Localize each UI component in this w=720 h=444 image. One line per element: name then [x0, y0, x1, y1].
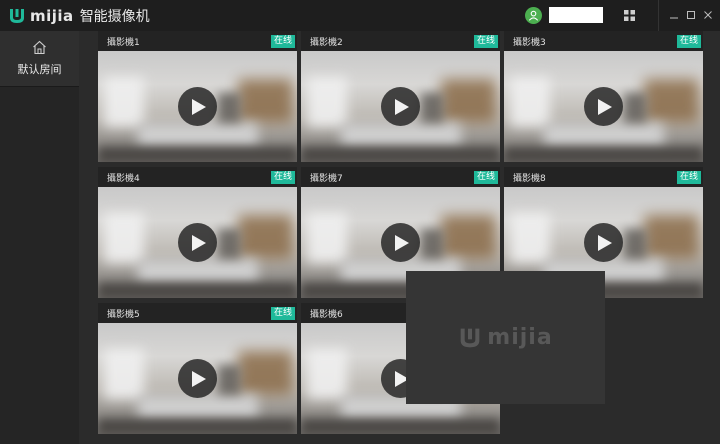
- camera-tile-header: 攝影機8 在线: [504, 167, 703, 187]
- camera-tile[interactable]: 攝影機3 在线: [504, 31, 703, 162]
- camera-name: 攝影機8: [513, 173, 546, 184]
- camera-name: 攝影機6: [310, 309, 343, 320]
- camera-tile-header: 攝影機1 在线: [98, 31, 297, 51]
- app-title: 智能摄像机: [79, 8, 150, 25]
- brand: mijia 智能摄像机: [8, 6, 150, 26]
- camera-tile-header: 攝影機4 在线: [98, 167, 297, 187]
- play-button[interactable]: [584, 87, 623, 126]
- camera-preview[interactable]: [98, 323, 297, 434]
- minimize-button[interactable]: [667, 7, 681, 23]
- person-icon: [528, 10, 539, 21]
- status-badge: 在线: [270, 171, 295, 184]
- sidebar: 默认房间: [0, 31, 79, 444]
- home-icon: [33, 40, 46, 55]
- maximize-icon: [687, 11, 695, 19]
- camera-tile-header: 攝影機3 在线: [504, 31, 703, 51]
- status-badge: 在线: [270, 307, 295, 320]
- play-button[interactable]: [178, 87, 217, 126]
- play-button[interactable]: [584, 223, 623, 262]
- play-icon: [395, 234, 409, 251]
- status-badge: 在线: [270, 35, 295, 48]
- camera-tile[interactable]: 攝影機5 在线: [98, 303, 297, 434]
- camera-name: 攝影機7: [310, 173, 343, 184]
- play-icon: [192, 370, 206, 387]
- camera-name: 攝影機4: [107, 173, 140, 184]
- status-badge: 在线: [676, 171, 701, 184]
- play-button[interactable]: [178, 223, 217, 262]
- status-badge: 在线: [473, 35, 498, 48]
- mijia-logo-icon: [460, 328, 480, 347]
- camera-name: 攝影機5: [107, 309, 140, 320]
- camera-tile-header: 攝影機7 在线: [301, 167, 500, 187]
- play-icon: [192, 98, 206, 115]
- play-icon: [598, 234, 612, 251]
- camera-name: 攝影機1: [107, 37, 140, 48]
- empty-camera-slot: mijia: [406, 271, 605, 404]
- user-avatar-icon[interactable]: [525, 7, 542, 24]
- titlebar-divider: [658, 0, 659, 31]
- camera-name: 攝影機3: [513, 37, 546, 48]
- title-bar: mijia 智能摄像机: [0, 0, 720, 31]
- app-window: mijia 智能摄像机 默认房间 攝影機1 在线 攝影機2 在线 攝影機3 在线…: [0, 0, 720, 444]
- close-button[interactable]: [701, 7, 715, 23]
- brand-word: mijia: [30, 6, 74, 25]
- maximize-button[interactable]: [684, 7, 698, 23]
- camera-preview[interactable]: [98, 51, 297, 162]
- sidebar-item-default-room[interactable]: 默认房间: [0, 31, 79, 87]
- camera-tile-header: 攝影機5 在线: [98, 303, 297, 323]
- camera-preview[interactable]: [504, 51, 703, 162]
- play-button[interactable]: [381, 223, 420, 262]
- play-icon: [598, 98, 612, 115]
- play-icon: [192, 234, 206, 251]
- status-badge: 在线: [473, 171, 498, 184]
- watermark-word: mijia: [487, 325, 553, 350]
- play-button[interactable]: [381, 87, 420, 126]
- play-icon: [395, 98, 409, 115]
- sidebar-item-label: 默认房间: [17, 63, 62, 76]
- camera-preview[interactable]: [301, 51, 500, 162]
- camera-tile[interactable]: 攝影機4 在线: [98, 167, 297, 298]
- close-icon: [704, 11, 712, 19]
- camera-tile[interactable]: 攝影機2 在线: [301, 31, 500, 162]
- mijia-watermark: mijia: [458, 325, 552, 350]
- status-badge: 在线: [676, 35, 701, 48]
- camera-tile[interactable]: 攝影機1 在线: [98, 31, 297, 162]
- mijia-logo-icon: [10, 8, 24, 23]
- user-name-box[interactable]: [549, 7, 603, 23]
- camera-tile-header: 攝影機2 在线: [301, 31, 500, 51]
- minimize-icon: [670, 17, 678, 19]
- play-button[interactable]: [178, 359, 217, 398]
- grid-layout-icon[interactable]: [624, 10, 635, 21]
- camera-preview[interactable]: [98, 187, 297, 298]
- camera-name: 攝影機2: [310, 37, 343, 48]
